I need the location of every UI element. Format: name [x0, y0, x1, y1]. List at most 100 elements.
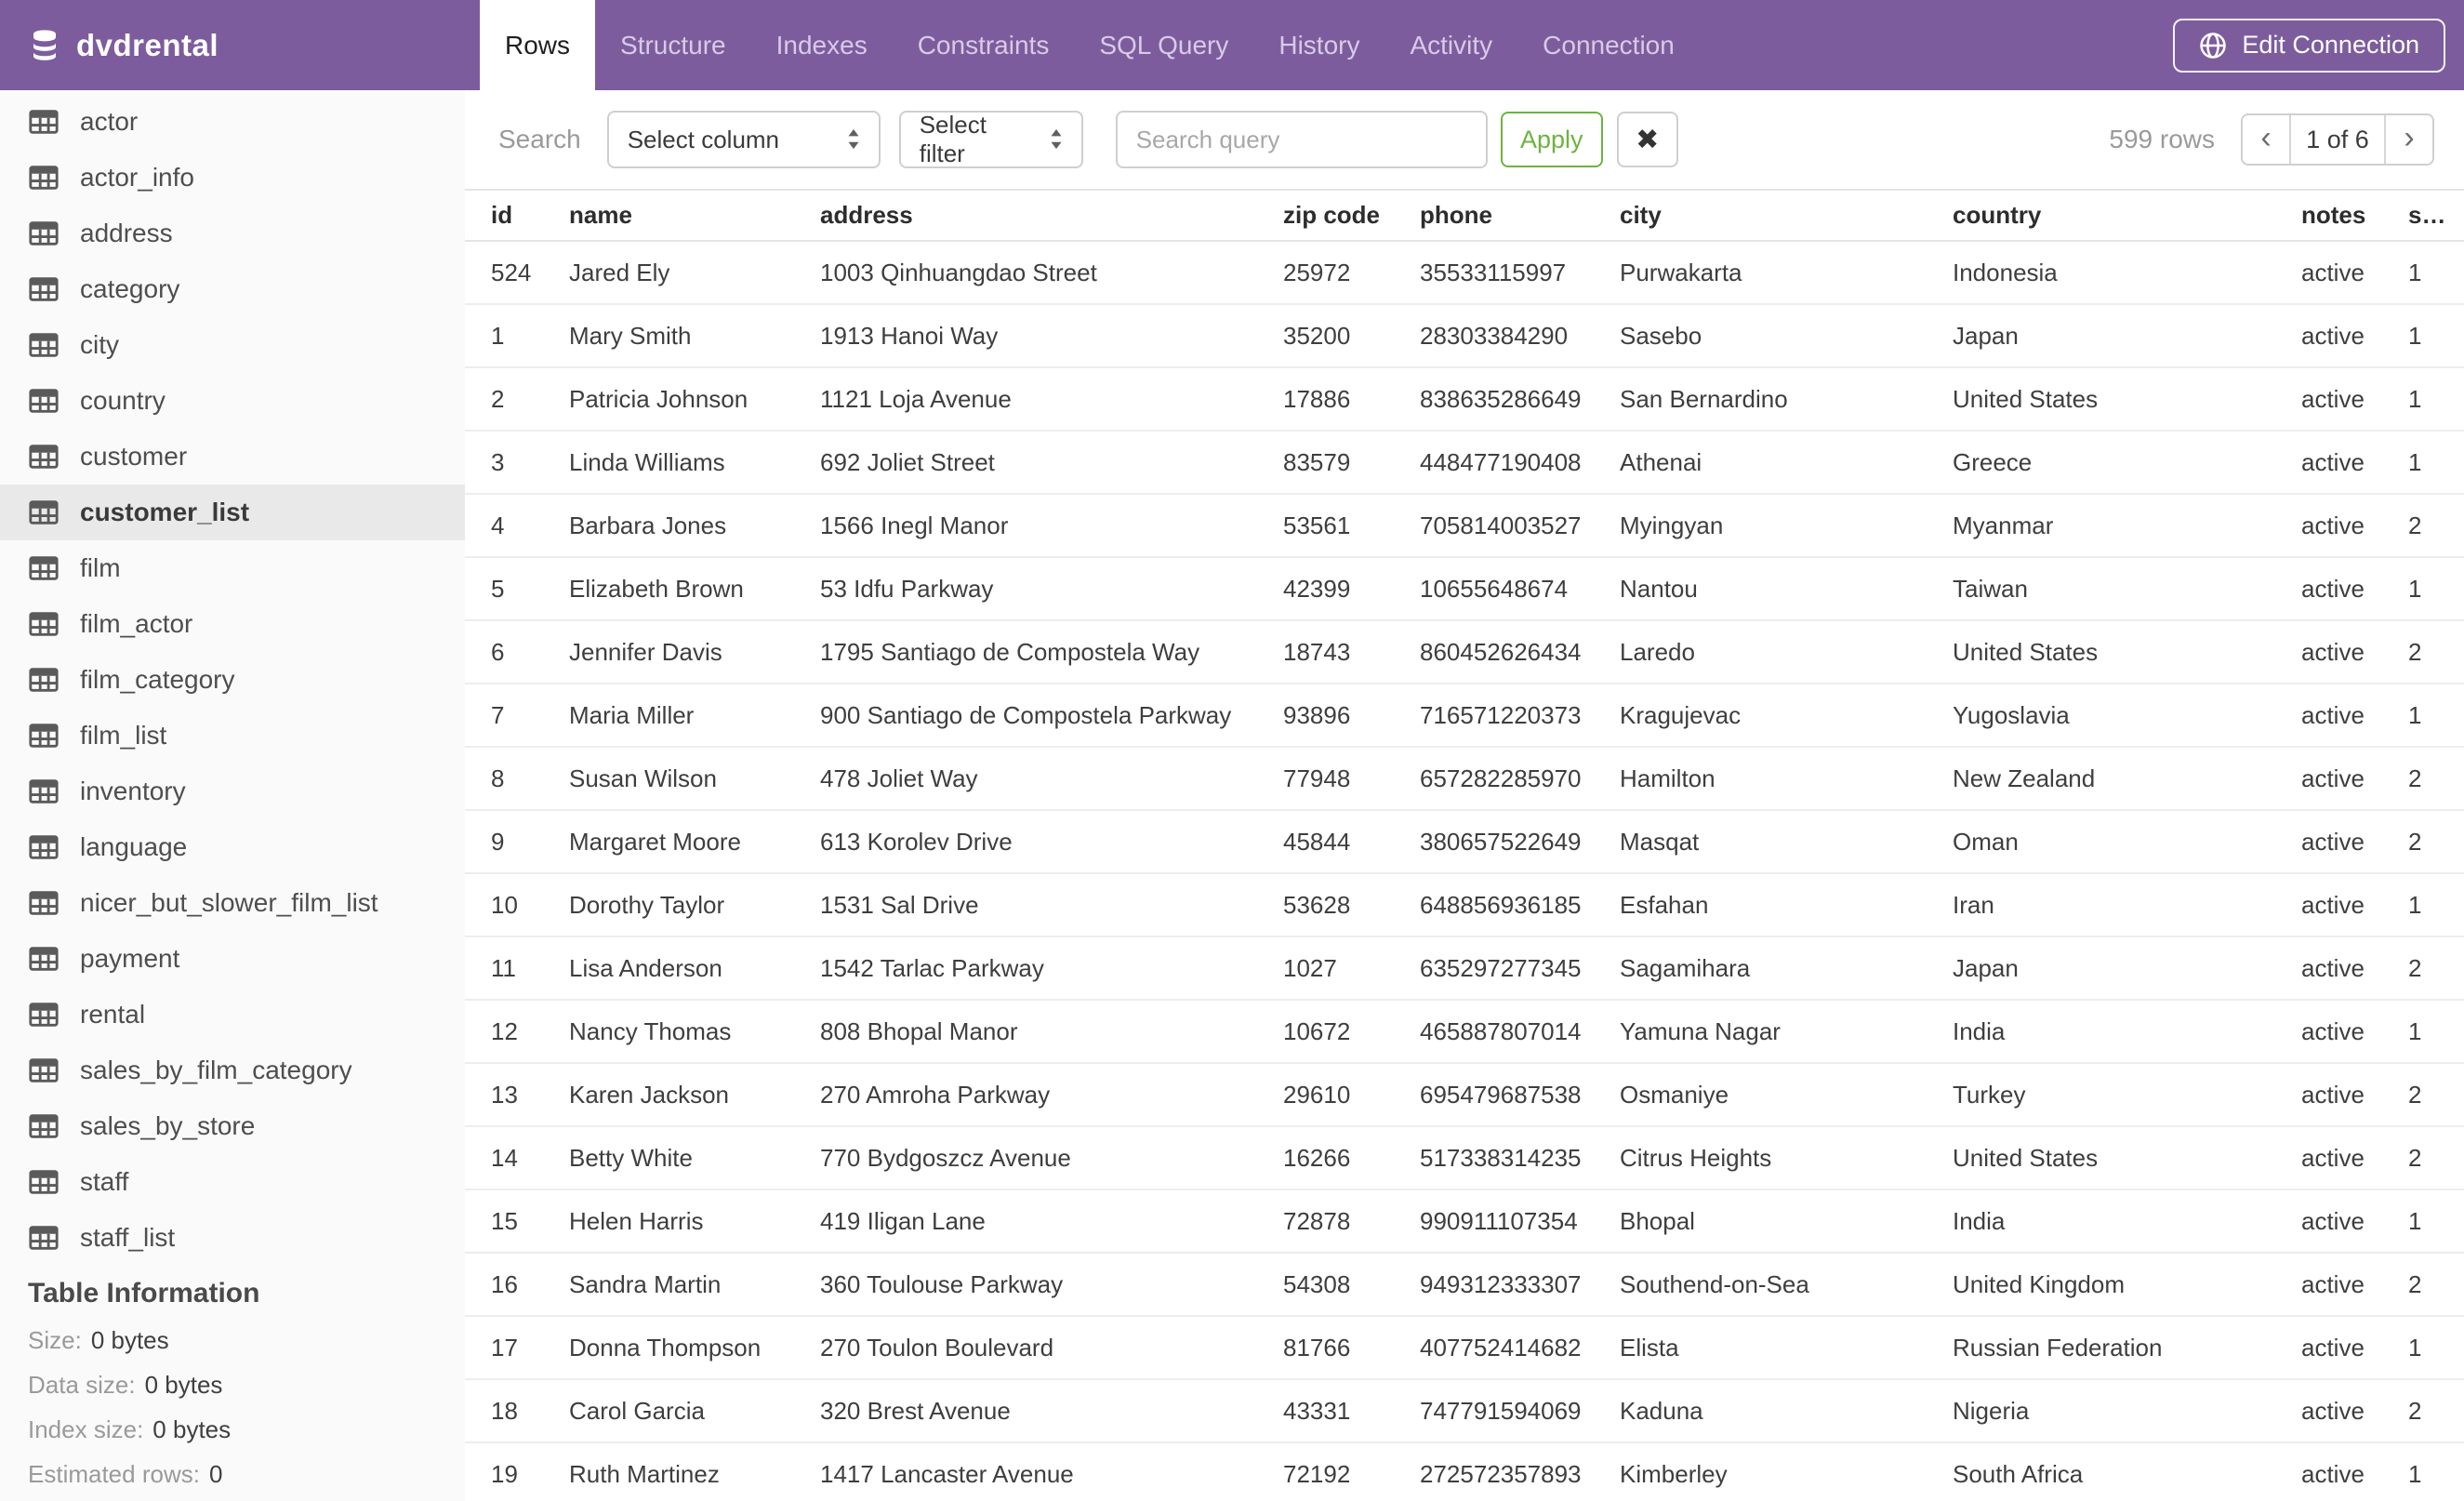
cell-address: 613 Korolev Drive [820, 827, 1013, 856]
cell-id: 3 [491, 447, 505, 476]
info-label: Index size: [28, 1415, 144, 1443]
cell-name: Margaret Moore [569, 827, 741, 856]
cell-name: Donna Thompson [569, 1333, 762, 1362]
tab-connection[interactable]: Connection [1517, 0, 1700, 90]
sidebar-item-staff[interactable]: staff [0, 1154, 465, 1210]
sidebar-item-rental[interactable]: rental [0, 987, 465, 1043]
sidebar-item-customer-list[interactable]: customer_list [0, 485, 465, 540]
row-count: 599 rows [2109, 125, 2215, 153]
search-query-input[interactable] [1115, 111, 1488, 168]
cell-address: 270 Amroha Parkway [820, 1080, 1051, 1109]
tab-sql-query[interactable]: SQL Query [1074, 0, 1253, 90]
table-row[interactable]: 11 Lisa Anderson 1542 Tarlac Parkway 1027 63… [465, 937, 2464, 1001]
tab-rows[interactable]: Rows [480, 0, 596, 90]
sidebar-item-staff-list[interactable]: staff_list [0, 1210, 465, 1266]
tab-structure[interactable]: Structure [595, 0, 751, 90]
table-row[interactable]: 3 Linda Williams 692 Joliet Street 83579 448… [465, 432, 2464, 495]
column-select[interactable]: Select column [606, 111, 881, 168]
cell-notes: active [2301, 637, 2365, 666]
table-row[interactable]: 19 Ruth Martinez 1417 Lancaster Avenue 7219… [465, 1443, 2464, 1501]
table-row[interactable]: 4 Barbara Jones 1566 Inegl Manor 53561 70581… [465, 495, 2464, 558]
sidebar-item-category[interactable]: category [0, 261, 465, 317]
sidebar-item-actor-info[interactable]: actor_info [0, 150, 465, 206]
table-row[interactable]: 15 Helen Harris 419 Iligan Lane 72878 990911… [465, 1190, 2464, 1254]
sidebar-item-customer[interactable]: customer [0, 429, 465, 485]
table-row[interactable]: 8 Susan Wilson 478 Joliet Way 77948 65728228… [465, 748, 2464, 811]
cell-phone: 635297277345 [1420, 953, 1582, 982]
sidebar-item-country[interactable]: country [0, 373, 465, 429]
sidebar-item-nicer-but-slower-film-list[interactable]: nicer_but_slower_film_list [0, 875, 465, 931]
table-row[interactable]: 524 Jared Ely 1003 Qinhuangdao Street 25972… [465, 242, 2464, 305]
table-row[interactable]: 7 Maria Miller 900 Santiago de Compostela … [465, 684, 2464, 748]
table-row[interactable]: 6 Jennifer Davis 1795 Santiago de Composte… [465, 621, 2464, 684]
table-row[interactable]: 16 Sandra Martin 360 Toulouse Parkway 54308… [465, 1254, 2464, 1317]
table-row[interactable]: 10 Dorothy Taylor 1531 Sal Drive 53628 64885… [465, 874, 2464, 937]
cell-notes: active [2301, 1143, 2365, 1172]
table-icon [29, 556, 59, 580]
table-row[interactable]: 1 Mary Smith 1913 Hanoi Way 35200 2830338429… [465, 305, 2464, 368]
sidebar-item-sales-by-film-category[interactable]: sales_by_film_category [0, 1043, 465, 1098]
tab-indexes[interactable]: Indexes [751, 0, 893, 90]
sidebar-item-inventory[interactable]: inventory [0, 764, 465, 819]
column-select-value: Select column [627, 125, 780, 153]
table-row[interactable]: 14 Betty White 770 Bydgoszcz Avenue 16266 51… [465, 1127, 2464, 1190]
edit-connection-button[interactable]: Edit Connection [2173, 18, 2445, 73]
sidebar-item-payment[interactable]: payment [0, 931, 465, 987]
sidebar-item-film-list[interactable]: film_list [0, 708, 465, 764]
sidebar-item-film-actor[interactable]: film_actor [0, 596, 465, 652]
sidebar-item-film[interactable]: film [0, 540, 465, 596]
sidebar-item-city[interactable]: city [0, 317, 465, 373]
sidebar-item-language[interactable]: language [0, 819, 465, 875]
table-row[interactable]: 12 Nancy Thomas 808 Bhopal Manor 10672 46588… [465, 1001, 2464, 1064]
column-header-address[interactable]: address [820, 201, 1283, 230]
cell-city: Elista [1620, 1333, 1679, 1362]
cell-id: 4 [491, 511, 505, 539]
cell-city: Masqat [1620, 827, 1700, 856]
tab-history[interactable]: History [1253, 0, 1384, 90]
tab-activity[interactable]: Activity [1384, 0, 1517, 90]
table-icon [29, 947, 59, 971]
cell-notes: active [2301, 258, 2365, 286]
next-page-button[interactable]: › [2386, 115, 2432, 164]
prev-page-button[interactable]: ‹ [2243, 115, 2289, 164]
table-information-rows: Size: 0 bytes Data size: 0 bytes Index size:… [28, 1318, 465, 1496]
sidebar-item-film-category[interactable]: film_category [0, 652, 465, 708]
cell-name: Nancy Thomas [569, 1016, 732, 1045]
table-row[interactable]: 2 Patricia Johnson 1121 Loja Avenue 17886 83… [465, 368, 2464, 432]
cell-zip-code: 18743 [1283, 637, 1351, 666]
database-name: dvdrental [76, 27, 219, 62]
sidebar-item-label: rental [80, 1000, 146, 1029]
cell-city: Purwakarta [1620, 258, 1742, 286]
tab-constraints[interactable]: Constraints [893, 0, 1075, 90]
cell-phone: 648856936185 [1420, 890, 1582, 919]
sidebar-item-address[interactable]: address [0, 206, 465, 261]
sidebar-item-sales-by-store[interactable]: sales_by_store [0, 1098, 465, 1154]
column-header-sid[interactable]: sid [2408, 201, 2445, 230]
table-row[interactable]: 17 Donna Thompson 270 Toulon Boulevard 8176… [465, 1317, 2464, 1380]
cell-city: Nantou [1620, 574, 1698, 603]
sidebar-item-actor[interactable]: actor [0, 94, 465, 150]
table-row[interactable]: 18 Carol Garcia 320 Brest Avenue 43331 74779… [465, 1380, 2464, 1443]
cell-zip-code: 16266 [1283, 1143, 1351, 1172]
table-row[interactable]: 13 Karen Jackson 270 Amroha Parkway 29610 69… [465, 1064, 2464, 1127]
apply-button[interactable]: Apply [1500, 112, 1603, 167]
clear-search-button[interactable]: ✖ [1616, 112, 1678, 167]
column-header-notes[interactable]: notes [2301, 201, 2408, 230]
cell-name: Linda Williams [569, 447, 725, 476]
cell-address: 360 Toulouse Parkway [820, 1269, 1064, 1298]
table-row[interactable]: 5 Elizabeth Brown 53 Idfu Parkway 42399 1065… [465, 558, 2464, 621]
column-header-phone[interactable]: phone [1420, 201, 1620, 230]
column-header-country[interactable]: country [1953, 201, 2301, 230]
cell-sid: 2 [2408, 511, 2422, 539]
cell-id: 9 [491, 827, 505, 856]
cell-sid: 1 [2408, 700, 2422, 729]
database-logo: dvdrental [0, 0, 465, 90]
column-header-name[interactable]: name [569, 201, 820, 230]
column-header-id[interactable]: id [491, 201, 569, 230]
column-header-city[interactable]: city [1620, 201, 1953, 230]
table-row[interactable]: 9 Margaret Moore 613 Korolev Drive 45844 380… [465, 811, 2464, 874]
filter-select[interactable]: Select filter [898, 111, 1083, 168]
column-header-zip-code[interactable]: zip code [1283, 201, 1420, 230]
cell-address: 1795 Santiago de Compostela Way [820, 637, 1200, 666]
cell-sid: 1 [2408, 321, 2422, 350]
